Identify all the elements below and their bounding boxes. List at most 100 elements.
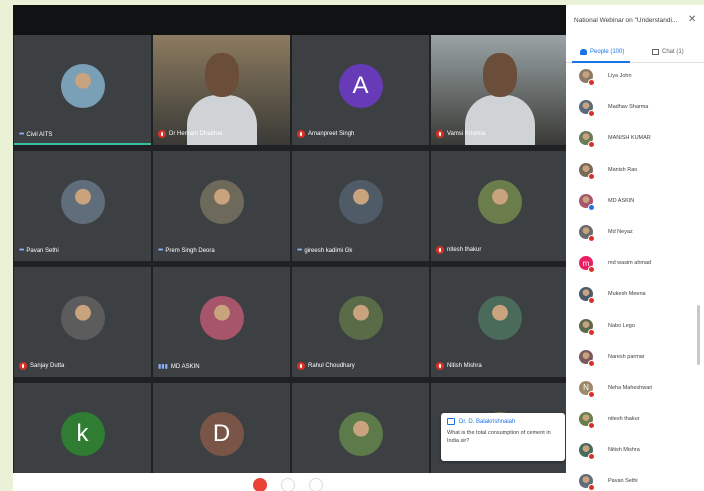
participant-name: nitesh thakur [608,416,640,423]
participant-name: Liya John [608,73,632,79]
mic-off-icon [588,390,595,398]
participant-tile[interactable]: Nitish Mishra [431,267,568,377]
participant-name: Pavan Sethi [608,478,638,485]
participant-avatar [60,295,105,340]
participant-name: Rahul Choudhary [308,363,355,369]
mic-button[interactable] [281,478,295,491]
participant-list-item[interactable]: Nitish Mishra [566,439,694,470]
tile-name-row: Vamsi Krishna [436,130,485,138]
tile-name-row: Dr Hemant Dhabhai [158,130,222,138]
participant-tile[interactable]: ▮▮▮ MD ASKIN [153,267,290,377]
chat-notification[interactable]: Dr. D. Balakrishnaiah What is the total … [441,413,565,461]
participant-list-item[interactable]: Md Neyaz [566,221,694,252]
participant-avatar: k [60,411,105,456]
participant-name: Prem Singh Deora [165,247,215,254]
tile-name-row: Amanpreet Singh [297,130,354,138]
meeting-title: National Webinar on "Understandi... [574,17,678,24]
participant-name: Dr Hemant Dhabhai [169,131,223,137]
tile-name-row: nitesh thakur [436,246,481,254]
more-dots-icon: ••• [158,247,163,254]
participant-avatar [199,179,244,224]
participant-name: Neha Maheshwari [608,384,653,391]
participant-name: gireesh kadimi Gk [304,247,353,254]
mic-off-icon [158,130,166,138]
participant-name: MD ASKIN [608,197,635,204]
participant-list-item[interactable]: m md wasim ahmad [566,252,694,283]
meeting-window: ••• Civil AITS Dr Hemant Dhabhai A Amanpreet… [13,5,704,491]
chat-icon [447,418,455,425]
participant-list-item[interactable]: Pavan Sethi [566,470,694,491]
participant-list: Liya John Madhav Sharma MANISH KUMAR Manish… [566,65,694,491]
participant-name: Nitish Mishra [608,447,640,454]
mic-off-icon [588,328,595,336]
mic-off-icon [588,172,595,180]
participant-tile[interactable]: ••• gireesh kadimi Gk [292,151,429,261]
participant-tile[interactable]: ••• Prem Singh Deora [153,151,290,261]
participant-tile[interactable]: nitesh thakur [431,151,568,261]
participant-name: Sanjay Dutta [30,363,65,369]
participant-list-item[interactable]: Mukesh Meena [566,283,694,314]
participant-avatar [60,63,105,108]
tab-people-label: People (100) [590,49,625,55]
participant-list-item[interactable]: MANISH KUMAR [566,127,694,158]
participant-list-item[interactable]: Madhav Sharma [566,96,694,127]
mic-off-icon [297,362,305,370]
people-icon [580,49,587,55]
participant-name: md wasim ahmad [608,260,652,267]
close-icon[interactable]: ✕ [688,14,696,25]
person-silhouette [482,53,517,97]
participant-name: nitesh thakur [447,247,482,253]
participant-tile[interactable]: A Amanpreet Singh [292,35,429,145]
participant-avatar [477,179,522,224]
more-dots-icon: ••• [19,247,24,254]
chat-icon [652,49,659,55]
mic-off-icon [588,266,595,274]
participant-tile[interactable]: Dr Hemant Dhabhai [153,35,290,145]
more-dots-icon: ••• [19,131,24,138]
tile-name-row: ••• Civil AITS [19,131,52,138]
tab-chat[interactable]: Chat (1) [652,49,684,55]
participant-list-item[interactable]: N Neha Maheshwari [566,377,694,408]
participant-name: Nabo Lego [608,322,635,329]
tab-people[interactable]: People (100) [580,49,624,55]
chat-message: What is the total consumption of cement … [447,430,551,444]
camera-button[interactable] [309,478,323,491]
participant-list-item[interactable]: Nabo Lego [566,315,694,346]
side-panel: National Webinar on "Understandi... ✕ Pe… [566,5,704,491]
mic-off-icon [588,141,595,149]
chat-sender: Dr. D. Balakrishnaiah [459,418,516,425]
leave-call-button[interactable] [253,478,267,491]
participant-name: Vamsi Krishna [447,131,486,137]
active-tab-indicator [572,61,630,63]
participant-tile[interactable]: Sanjay Dutta [14,267,151,377]
participant-list-item[interactable]: Manish Rao [566,159,694,190]
bottom-control-bar [13,473,566,491]
participant-avatar [338,411,383,456]
participant-avatar: D [199,411,244,456]
mic-off-icon [588,110,595,118]
mic-off-icon [436,246,444,254]
video-feed [431,35,568,145]
participant-list-item[interactable]: nitesh thakur [566,408,694,439]
chat-notification-header: Dr. D. Balakrishnaiah [447,418,559,425]
mic-off-icon [436,130,444,138]
mic-off-icon [588,297,595,305]
tile-name-row: ••• Prem Singh Deora [158,247,215,254]
participant-list-item[interactable]: Naresh parmar [566,346,694,377]
tile-name-row: ▮▮▮ MD ASKIN [158,363,200,371]
mic-off-icon [297,130,305,138]
participant-tile[interactable]: ••• Pavan Sethi [14,151,151,261]
participant-list-item[interactable]: MD ASKIN [566,190,694,221]
participant-tile[interactable]: Vamsi Krishna [431,35,568,145]
speaking-icon: ▮▮▮ [158,364,168,370]
participant-tile[interactable]: ••• Civil AITS [14,35,151,145]
participant-avatar [477,295,522,340]
top-bar [13,5,566,35]
participant-list-scrollbar[interactable] [697,305,700,365]
participant-avatar [199,295,244,340]
participant-tile[interactable]: Rahul Choudhary [292,267,429,377]
video-feed [153,35,290,145]
participant-list-item[interactable]: Liya John [566,65,694,96]
participant-name: Mukesh Meena [608,291,646,298]
more-dots-icon: ••• [297,247,302,254]
